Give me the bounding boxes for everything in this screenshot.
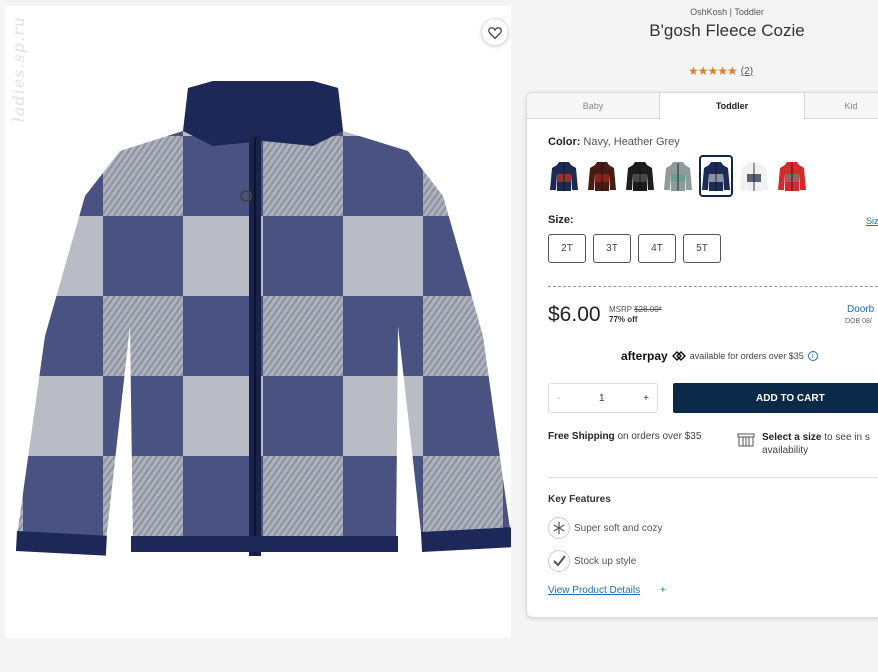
color-swatch-black-camo[interactable]: [623, 155, 657, 197]
add-to-cart-button[interactable]: ADD TO CART: [673, 383, 878, 413]
heart-icon: [488, 26, 502, 39]
msrp-value: $28.00*: [634, 305, 662, 314]
product-image-panel: ladies.sp.ru: [5, 6, 511, 638]
quantity-decrease-button[interactable]: -: [557, 393, 560, 404]
color-swatch-red-grey-block[interactable]: [775, 155, 809, 197]
view-product-details-link[interactable]: View Product Details: [548, 585, 640, 596]
product-page: ladies.sp.ru OshKosh | Toddler B'gosh Fl…: [0, 0, 878, 672]
size-range-tabs: Baby Toddler Kid: [527, 93, 878, 119]
wishlist-button[interactable]: [481, 18, 509, 46]
size-option-3t[interactable]: 3T: [593, 234, 631, 263]
swatch-jacket-icon: [550, 162, 578, 191]
tab-kid[interactable]: Kid: [805, 93, 878, 119]
afterpay-text: available for orders over $35: [689, 351, 804, 361]
brand-label: OshKosh | Toddler: [690, 7, 764, 17]
color-swatch-navy-white-block[interactable]: [737, 155, 771, 197]
info-icon[interactable]: i: [807, 351, 818, 361]
color-swatch-grey-print[interactable]: [661, 155, 695, 197]
store-availability-text: to see in s: [824, 432, 870, 443]
store-availability-bold: Select a size: [762, 432, 822, 443]
afterpay-arrows-icon: [671, 351, 686, 361]
color-value: Navy, Heather Grey: [583, 136, 680, 148]
color-swatches: [547, 155, 809, 197]
promo-subtext: DOB 08/: [845, 318, 872, 325]
size-option-2t[interactable]: 2T: [548, 234, 586, 263]
free-shipping-text: on orders over $35: [617, 431, 702, 442]
store-availability-text-2: availability: [762, 445, 809, 456]
msrp-block: MSRP $28.00* 77% off: [609, 305, 662, 325]
expand-plus-icon[interactable]: +: [660, 585, 666, 596]
swatch-jacket-icon: [664, 162, 692, 191]
promo-label[interactable]: Doorb: [847, 304, 874, 315]
size-option-4t[interactable]: 4T: [638, 234, 676, 263]
swatch-jacket-icon: [778, 162, 806, 191]
product-title: B'gosh Fleece Cozie: [649, 21, 805, 40]
swatch-jacket-icon: [740, 162, 768, 191]
afterpay-logo: afterpay: [621, 349, 668, 363]
feature-text: Stock up style: [574, 555, 637, 567]
size-label: Size:: [548, 214, 574, 226]
tab-toddler[interactable]: Toddler: [660, 93, 805, 119]
feature-item: Super soft and cozy: [548, 517, 662, 539]
msrp-label: MSRP: [609, 305, 632, 314]
feature-text: Super soft and cozy: [574, 522, 663, 534]
swatch-jacket-icon: [702, 162, 730, 191]
checkmark-icon: [548, 550, 570, 572]
color-label-key: Color:: [548, 136, 581, 148]
color-swatch-red-plaid[interactable]: [585, 155, 619, 197]
snowflake-icon: [548, 517, 570, 539]
size-option-5t[interactable]: 5T: [683, 234, 721, 263]
rating: ★★★★★ (2): [688, 64, 753, 78]
store-availability-note: Select a size to see in s availability: [762, 431, 878, 457]
swatch-jacket-icon: [588, 162, 616, 191]
star-rating-icon: ★★★★★: [688, 64, 738, 78]
color-swatch-navy-grey-check[interactable]: [699, 155, 733, 197]
tab-baby[interactable]: Baby: [527, 93, 660, 119]
review-count-link[interactable]: (2): [741, 66, 753, 77]
free-shipping-note: Free Shipping on orders over $35: [548, 431, 701, 442]
quantity-value[interactable]: 1: [599, 393, 605, 404]
swatch-jacket-icon: [626, 162, 654, 191]
quantity-stepper: - 1 +: [548, 383, 658, 413]
afterpay-row: afterpay available for orders over $35 i: [621, 349, 818, 363]
key-features-title: Key Features: [548, 494, 611, 505]
free-shipping-bold: Free Shipping: [548, 431, 615, 442]
size-chart-link[interactable]: Size: [866, 216, 878, 226]
divider: [548, 286, 878, 287]
feature-item: Stock up style: [548, 550, 636, 572]
color-swatch-navy-print[interactable]: [547, 155, 581, 197]
color-label: Color: Navy, Heather Grey: [548, 136, 680, 148]
divider: [548, 477, 878, 478]
quantity-increase-button[interactable]: +: [643, 393, 649, 404]
purchase-card: Baby Toddler Kid Color: Navy, Heather Gre…: [526, 92, 878, 618]
product-image: [15, 81, 511, 556]
sale-price: $6.00: [548, 303, 601, 326]
store-icon: [737, 433, 755, 447]
discount-label: 77% off: [609, 315, 638, 324]
size-options: 2T 3T 4T 5T: [548, 234, 721, 263]
